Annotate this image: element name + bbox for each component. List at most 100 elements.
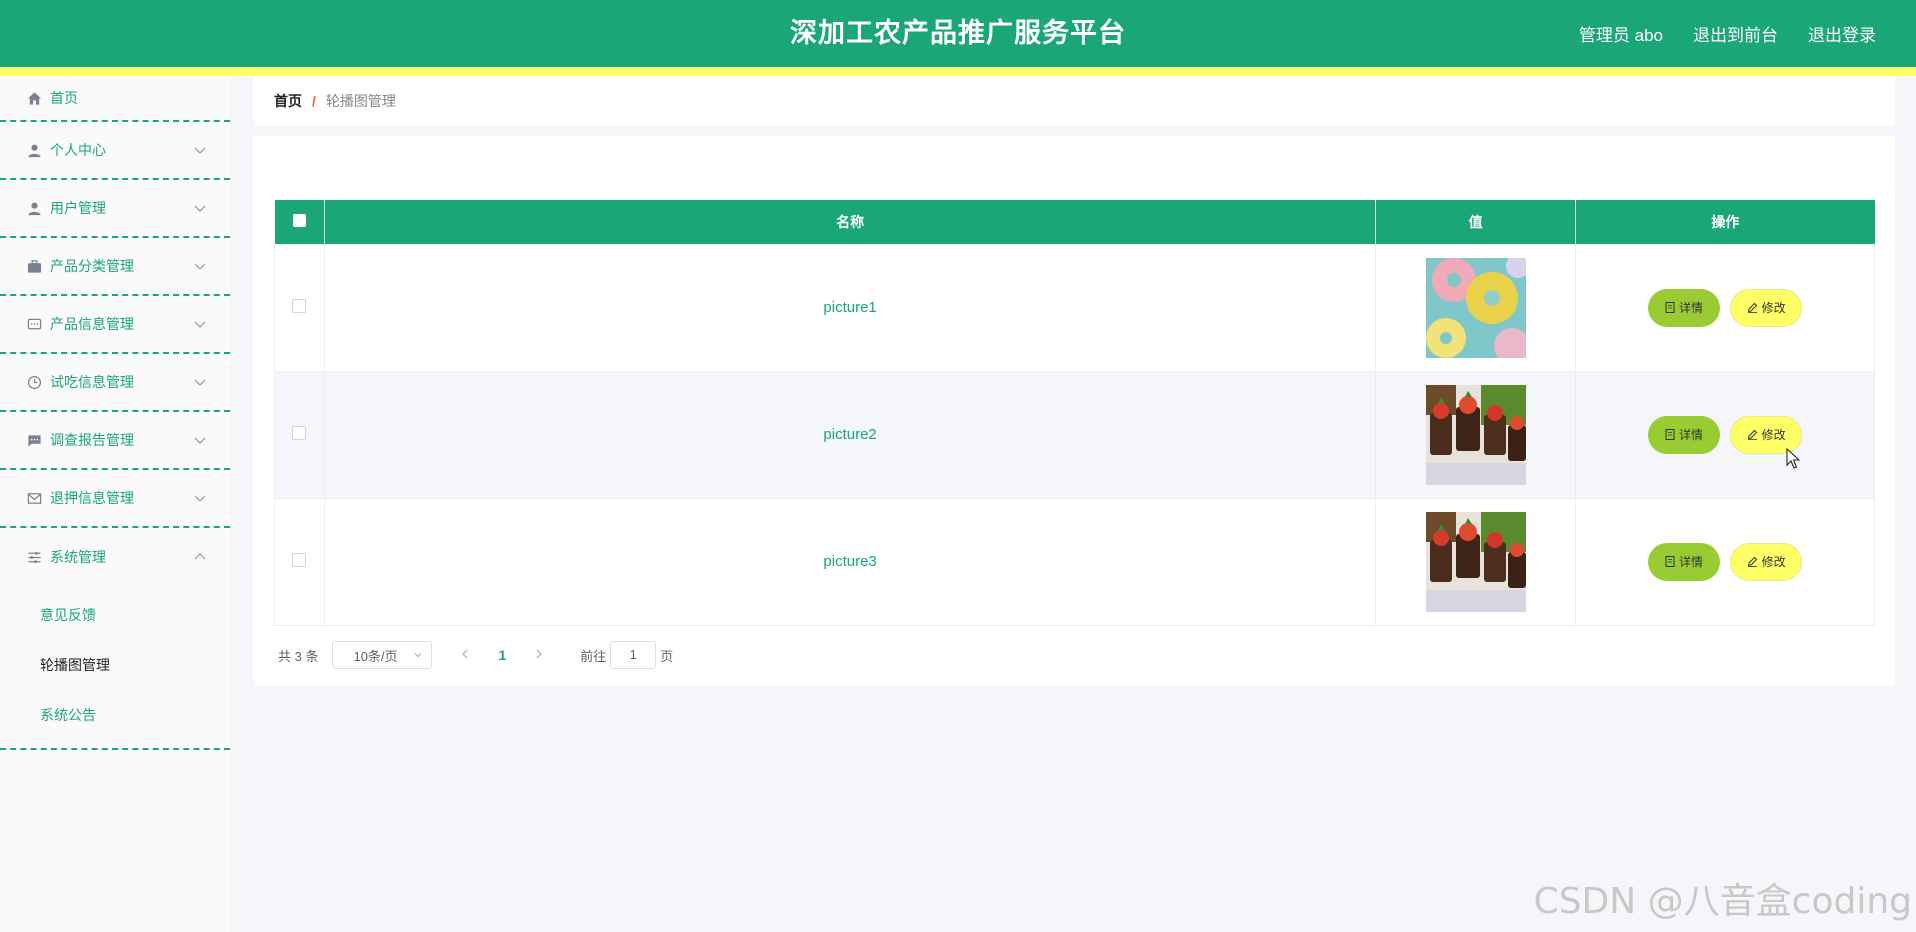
table-header-row: 名称 值 操作 bbox=[274, 200, 1875, 244]
sidebar-item-label: 试吃信息管理 bbox=[50, 374, 134, 390]
row-name: picture2 bbox=[323, 370, 1377, 499]
briefcase-icon bbox=[26, 258, 42, 274]
sidebar-item-product[interactable]: 产品信息管理 bbox=[0, 296, 230, 354]
sidebar-item-refund[interactable]: 退押信息管理 bbox=[0, 470, 230, 528]
sidebar-item-users[interactable]: 用户管理 bbox=[0, 180, 230, 238]
sidebar-item-system[interactable]: 系统管理 bbox=[0, 528, 230, 586]
total-count: 共 3 条 bbox=[278, 648, 319, 664]
prev-page-button[interactable] bbox=[460, 647, 470, 663]
chevron-left-icon bbox=[462, 649, 468, 659]
sidebar: 首页 个人中心 用户管理 产品分类管理 产品信息管理 试吃信息管理 调查报告管理… bbox=[0, 76, 230, 932]
sidebar-item-label: 产品信息管理 bbox=[50, 316, 134, 332]
user-icon bbox=[26, 142, 42, 158]
sidebar-item-label: 用户管理 bbox=[50, 200, 106, 216]
row-checkbox[interactable] bbox=[292, 425, 307, 440]
sidebar-item-survey[interactable]: 调查报告管理 bbox=[0, 412, 230, 470]
chevron-down-icon bbox=[194, 263, 206, 270]
header-links: 管理员 abo 退出到前台 退出登录 bbox=[1579, 0, 1876, 67]
table-row: picture2 详情 修改 bbox=[274, 370, 1875, 499]
home-icon bbox=[26, 90, 42, 106]
user-icon bbox=[26, 200, 42, 216]
column-header-actions: 操作 bbox=[1575, 200, 1875, 244]
carousel-table: 名称 值 操作 picture1 详情 修改 picture2 详情 修改 pi… bbox=[274, 200, 1875, 626]
sidebar-item-label: 退押信息管理 bbox=[50, 490, 134, 506]
breadcrumb-separator: / bbox=[312, 93, 316, 109]
goto-prefix: 前往 bbox=[580, 648, 607, 664]
sidebar-item-home[interactable]: 首页 bbox=[0, 76, 230, 122]
document-icon bbox=[1665, 429, 1675, 440]
chevron-down-icon bbox=[415, 653, 422, 658]
table-row: picture3 详情 修改 bbox=[274, 497, 1875, 626]
sidebar-item-personal[interactable]: 个人中心 bbox=[0, 122, 230, 180]
detail-button-label: 详情 bbox=[1678, 301, 1703, 315]
page-size-select[interactable]: 10条/页 bbox=[332, 641, 433, 669]
edit-icon bbox=[1747, 429, 1757, 440]
goto-front-link[interactable]: 退出到前台 bbox=[1693, 21, 1778, 46]
edit-button-label: 修改 bbox=[1761, 428, 1786, 442]
column-header-value: 值 bbox=[1375, 200, 1577, 244]
pagination: 共 3 条 10条/页 1 前往 1 页 bbox=[278, 640, 673, 670]
edit-button-label: 修改 bbox=[1761, 301, 1786, 315]
edit-button[interactable]: 修改 bbox=[1730, 542, 1803, 581]
chevron-down-icon bbox=[194, 379, 206, 386]
chevron-up-icon bbox=[194, 553, 206, 560]
chevron-down-icon bbox=[194, 147, 206, 154]
row-actions-cell: 详情 修改 bbox=[1575, 243, 1875, 372]
sidebar-item-label: 调查报告管理 bbox=[50, 432, 134, 448]
sidebar-item-label: 个人中心 bbox=[50, 142, 106, 158]
detail-button-label: 详情 bbox=[1678, 555, 1703, 569]
page-number[interactable]: 1 bbox=[498, 647, 506, 663]
sidebar-item-category[interactable]: 产品分类管理 bbox=[0, 238, 230, 296]
dessert-photo bbox=[1425, 384, 1526, 485]
select-all-header[interactable] bbox=[274, 200, 325, 244]
chevron-down-icon bbox=[194, 205, 206, 212]
sidebar-item-label: 首页 bbox=[50, 90, 78, 106]
detail-button-label: 详情 bbox=[1678, 428, 1703, 442]
breadcrumb-home[interactable]: 首页 bbox=[274, 91, 302, 111]
sidebar-subitem-feedback[interactable]: 意见反馈 bbox=[0, 590, 230, 640]
goto-page-input[interactable]: 1 bbox=[610, 641, 657, 669]
mouse-cursor-icon bbox=[1786, 448, 1800, 469]
edit-button-label: 修改 bbox=[1761, 555, 1786, 569]
edit-button[interactable]: 修改 bbox=[1730, 288, 1803, 327]
row-select-cell bbox=[274, 497, 325, 626]
table-row: picture1 详情 修改 bbox=[274, 243, 1875, 372]
clock-icon bbox=[26, 374, 42, 390]
chat-icon bbox=[26, 316, 42, 332]
document-icon bbox=[1665, 556, 1675, 567]
next-page-button[interactable] bbox=[534, 647, 544, 663]
row-checkbox[interactable] bbox=[292, 298, 307, 313]
document-icon bbox=[1665, 302, 1675, 313]
watermark: CSDN @八音盒coding bbox=[1533, 881, 1912, 922]
detail-button[interactable]: 详情 bbox=[1647, 288, 1720, 327]
chevron-down-icon bbox=[194, 495, 206, 502]
row-value-cell bbox=[1375, 370, 1577, 499]
row-name: picture3 bbox=[323, 497, 1377, 626]
row-value-cell bbox=[1375, 243, 1577, 372]
sidebar-item-tasting[interactable]: 试吃信息管理 bbox=[0, 354, 230, 412]
donut-photo bbox=[1425, 257, 1526, 358]
chevron-down-icon bbox=[194, 437, 206, 444]
dessert-photo bbox=[1425, 511, 1526, 612]
row-name: picture1 bbox=[323, 243, 1377, 372]
row-value-cell bbox=[1375, 497, 1577, 626]
detail-button[interactable]: 详情 bbox=[1647, 415, 1720, 454]
chevron-down-icon bbox=[194, 321, 206, 328]
detail-button[interactable]: 详情 bbox=[1647, 542, 1720, 581]
edit-icon bbox=[1747, 556, 1757, 567]
breadcrumb: 首页 / 轮播图管理 bbox=[254, 76, 1895, 126]
chevron-right-icon bbox=[536, 649, 543, 659]
logout-link[interactable]: 退出登录 bbox=[1808, 21, 1876, 46]
sliders-icon bbox=[26, 549, 42, 565]
sidebar-subitem-carousel[interactable]: 轮播图管理 bbox=[0, 640, 230, 690]
edit-icon bbox=[1747, 302, 1757, 313]
select-all-checkbox[interactable] bbox=[292, 213, 306, 227]
page-size-value: 10条/页 bbox=[353, 648, 398, 664]
sidebar-subitem-notice[interactable]: 系统公告 bbox=[0, 690, 230, 740]
goto-suffix: 页 bbox=[660, 648, 674, 664]
message-icon bbox=[26, 432, 42, 448]
sidebar-item-label: 产品分类管理 bbox=[50, 258, 134, 274]
row-select-cell bbox=[274, 243, 325, 372]
column-header-name: 名称 bbox=[324, 200, 1377, 244]
row-checkbox[interactable] bbox=[292, 552, 307, 567]
